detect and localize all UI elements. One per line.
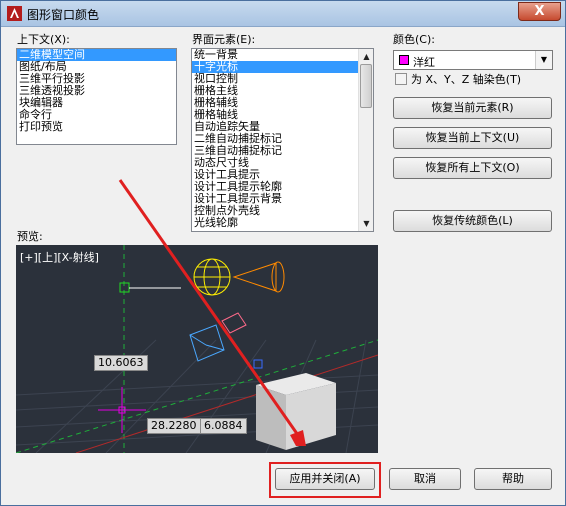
cancel-button[interactable]: 取消 <box>389 468 461 490</box>
dimension-value: 10.6063 <box>94 355 148 371</box>
preview-label: 预览: <box>17 230 43 243</box>
preview-viewport: [+][上][X-射线] 10.6063 28.2280 6.0884 <box>16 245 378 453</box>
color-value: 洋红 <box>413 56 435 69</box>
autocad-app-icon <box>7 6 22 21</box>
dimension-value: 6.0884 <box>200 418 247 434</box>
camera-small-icon <box>221 312 247 334</box>
grip-blue <box>253 359 263 369</box>
tint-axes-label: 为 X、Y、Z 轴染色(T) <box>411 73 522 86</box>
cube-shape <box>256 373 336 450</box>
restore-classic-colors-button[interactable]: 恢复传统颜色(L) <box>393 210 552 232</box>
help-button[interactable]: 帮助 <box>474 468 552 490</box>
color-label: 颜色(C): <box>393 33 435 46</box>
close-button[interactable]: X <box>518 2 561 21</box>
interface-item[interactable]: 光线轮廓 <box>192 217 373 229</box>
restore-context-button[interactable]: 恢复当前上下文(U) <box>393 127 552 149</box>
scroll-down-icon[interactable]: ▼ <box>359 216 373 231</box>
color-dropdown[interactable]: 洋红 ▼ <box>393 50 553 70</box>
viewport-label: [+][上][X-射线] <box>20 251 99 264</box>
tint-axes-checkbox[interactable] <box>395 73 407 85</box>
spotlight-cone-icon <box>232 261 285 293</box>
highlight-box <box>269 462 381 498</box>
dimension-value: 28.2280 <box>147 418 201 434</box>
chevron-down-icon[interactable]: ▼ <box>535 51 552 69</box>
interface-label: 界面元素(E): <box>192 33 256 46</box>
camera-icon <box>189 324 225 362</box>
scroll-thumb[interactable] <box>360 64 372 108</box>
light-globe-icon <box>193 258 231 296</box>
context-list[interactable]: 二维模型空间 图纸/布局 三维平行投影 三维透视投影 块编辑器 命令行 打印预览 <box>16 48 177 145</box>
window-title: 图形窗口颜色 <box>27 8 100 22</box>
scroll-up-icon[interactable]: ▲ <box>359 49 373 64</box>
dialog-window: 图形窗口颜色 X 上下文(X): 二维模型空间 图纸/布局 三维平行投影 三维透… <box>0 0 566 506</box>
context-label: 上下文(X): <box>17 33 70 46</box>
restore-element-button[interactable]: 恢复当前元素(R) <box>393 97 552 119</box>
interface-list[interactable]: 统一背景 十字光标 视口控制 栅格主线 栅格辅线 栅格轴线 自动追踪矢量 二维自… <box>191 48 374 232</box>
title-bar[interactable]: 图形窗口颜色 X <box>1 1 565 27</box>
color-swatch <box>399 55 409 65</box>
restore-all-button[interactable]: 恢复所有上下文(O) <box>393 157 552 179</box>
interface-scrollbar[interactable]: ▲ ▼ <box>358 49 373 231</box>
context-item[interactable]: 打印预览 <box>17 121 176 133</box>
